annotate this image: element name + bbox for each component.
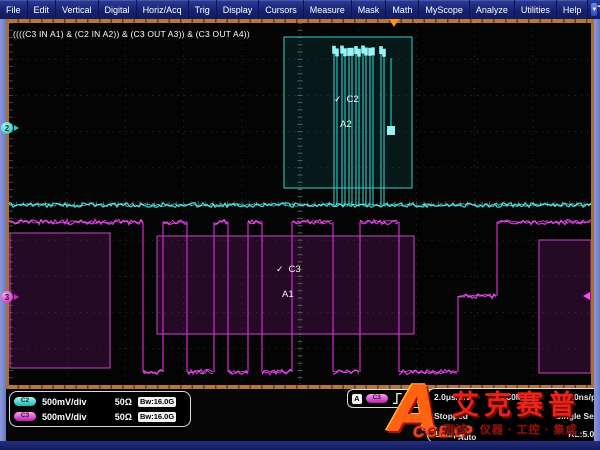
horizontal-readout-box[interactable]: 2.0μs/div 250MS/s 4.0ns/pt Stopped Singl… bbox=[427, 388, 600, 443]
graticule-area bbox=[9, 23, 591, 385]
acquisition-mode: Single Seq bbox=[556, 411, 599, 421]
window-right-edge bbox=[594, 19, 600, 442]
bandwidth-chip: Bw:16.0G bbox=[138, 412, 176, 422]
channel-badge-c3[interactable]: C3 bbox=[14, 412, 36, 421]
channel-3-badge: 3 bbox=[1, 291, 13, 303]
vertical-scale-value: 500mV/div bbox=[42, 397, 100, 407]
c3-zone-label: ✓ C3 bbox=[276, 264, 301, 275]
rising-edge-icon bbox=[392, 392, 403, 405]
math-expression-label: ((((C3 IN A1) & (C2 IN A2)) & (C3 OUT A3… bbox=[13, 29, 250, 39]
timebase-value: 2.0μs/div bbox=[434, 392, 470, 402]
channel-readout-row-c2[interactable]: C2 500mV/div 50Ω Bw:16.0G bbox=[14, 395, 186, 408]
channel-2-position-marker[interactable]: 2 bbox=[1, 122, 19, 134]
menu-item-display[interactable]: Display bbox=[217, 0, 260, 19]
menu-item-cursors[interactable]: Cursors bbox=[259, 0, 304, 19]
a2-zone-name: A2 bbox=[340, 119, 352, 130]
c3-channel-label: C3 bbox=[289, 264, 301, 275]
trigger-position-marker[interactable] bbox=[389, 19, 399, 27]
menu-bar: FileEditVerticalDigitalHoriz/AcqTrigDisp… bbox=[0, 0, 600, 19]
menu-item-mask[interactable]: Mask bbox=[352, 0, 387, 19]
termination-value: 50Ω bbox=[106, 397, 132, 407]
channel-3-position-marker[interactable]: 3 bbox=[1, 291, 19, 303]
acquisition-count: 1 acqs bbox=[434, 429, 460, 439]
menu-item-horizacq[interactable]: Horiz/Acq bbox=[137, 0, 189, 19]
readout-area: C2 500mV/div 50Ω Bw:16.0G C3 500mV/div 50Ω Bw:1… bbox=[0, 389, 600, 441]
menu-item-edit[interactable]: Edit bbox=[28, 0, 57, 19]
menu-item-myscope[interactable]: MyScope bbox=[419, 0, 470, 19]
menu-item-vertical[interactable]: Vertical bbox=[56, 0, 99, 19]
window-bottom-edge bbox=[0, 441, 600, 450]
c2-zone-label: ✓ C2 bbox=[334, 94, 359, 105]
oscilloscope-window: FileEditVerticalDigitalHoriz/AcqTrigDisp… bbox=[0, 0, 600, 450]
channel-readout-box[interactable]: C2 500mV/div 50Ω Bw:16.0G C3 500mV/div 50Ω Bw:1… bbox=[9, 391, 191, 427]
menu-item-digital[interactable]: Digital bbox=[99, 0, 137, 19]
trigger-source-badge: C3 bbox=[366, 394, 388, 403]
channel-badge-c2[interactable]: C2 bbox=[14, 397, 36, 406]
menu-bar-items: FileEditVerticalDigitalHoriz/AcqTrigDisp… bbox=[0, 0, 588, 19]
check-icon: ✓ bbox=[334, 94, 342, 105]
window-left-edge bbox=[0, 19, 6, 442]
c2-channel-label: C2 bbox=[347, 94, 359, 105]
acquisition-status: Stopped bbox=[434, 411, 468, 421]
graticule-top-ruler bbox=[6, 19, 594, 23]
sample-rate-value: 250MS/s bbox=[502, 392, 536, 402]
bandwidth-chip: Bw:16.0G bbox=[138, 397, 176, 407]
menu-item-utilities[interactable]: Utilities bbox=[515, 0, 557, 19]
graticule-left-border bbox=[6, 19, 9, 389]
channel-readout-row-c3[interactable]: C3 500mV/div 50Ω Bw:16.0G bbox=[14, 410, 186, 423]
termination-value: 50Ω bbox=[106, 412, 132, 422]
vertical-scale-value: 500mV/div bbox=[42, 412, 100, 422]
check-icon: ✓ bbox=[276, 264, 284, 275]
arrow-right-icon bbox=[14, 294, 19, 300]
menu-item-help[interactable]: Help bbox=[557, 0, 589, 19]
menu-item-math[interactable]: Math bbox=[386, 0, 419, 19]
channel-2-badge: 2 bbox=[1, 122, 13, 134]
menu-item-analyze[interactable]: Analyze bbox=[470, 0, 515, 19]
menu-item-trig[interactable]: Trig bbox=[189, 0, 217, 19]
a1-zone-name: A1 bbox=[282, 289, 294, 300]
menu-item-measure[interactable]: Measure bbox=[304, 0, 352, 19]
trigger-level-arrow[interactable] bbox=[583, 292, 590, 300]
menu-item-file[interactable]: File bbox=[0, 0, 28, 19]
arrow-right-icon bbox=[14, 125, 19, 131]
trigger-a-icon: A bbox=[352, 394, 362, 404]
